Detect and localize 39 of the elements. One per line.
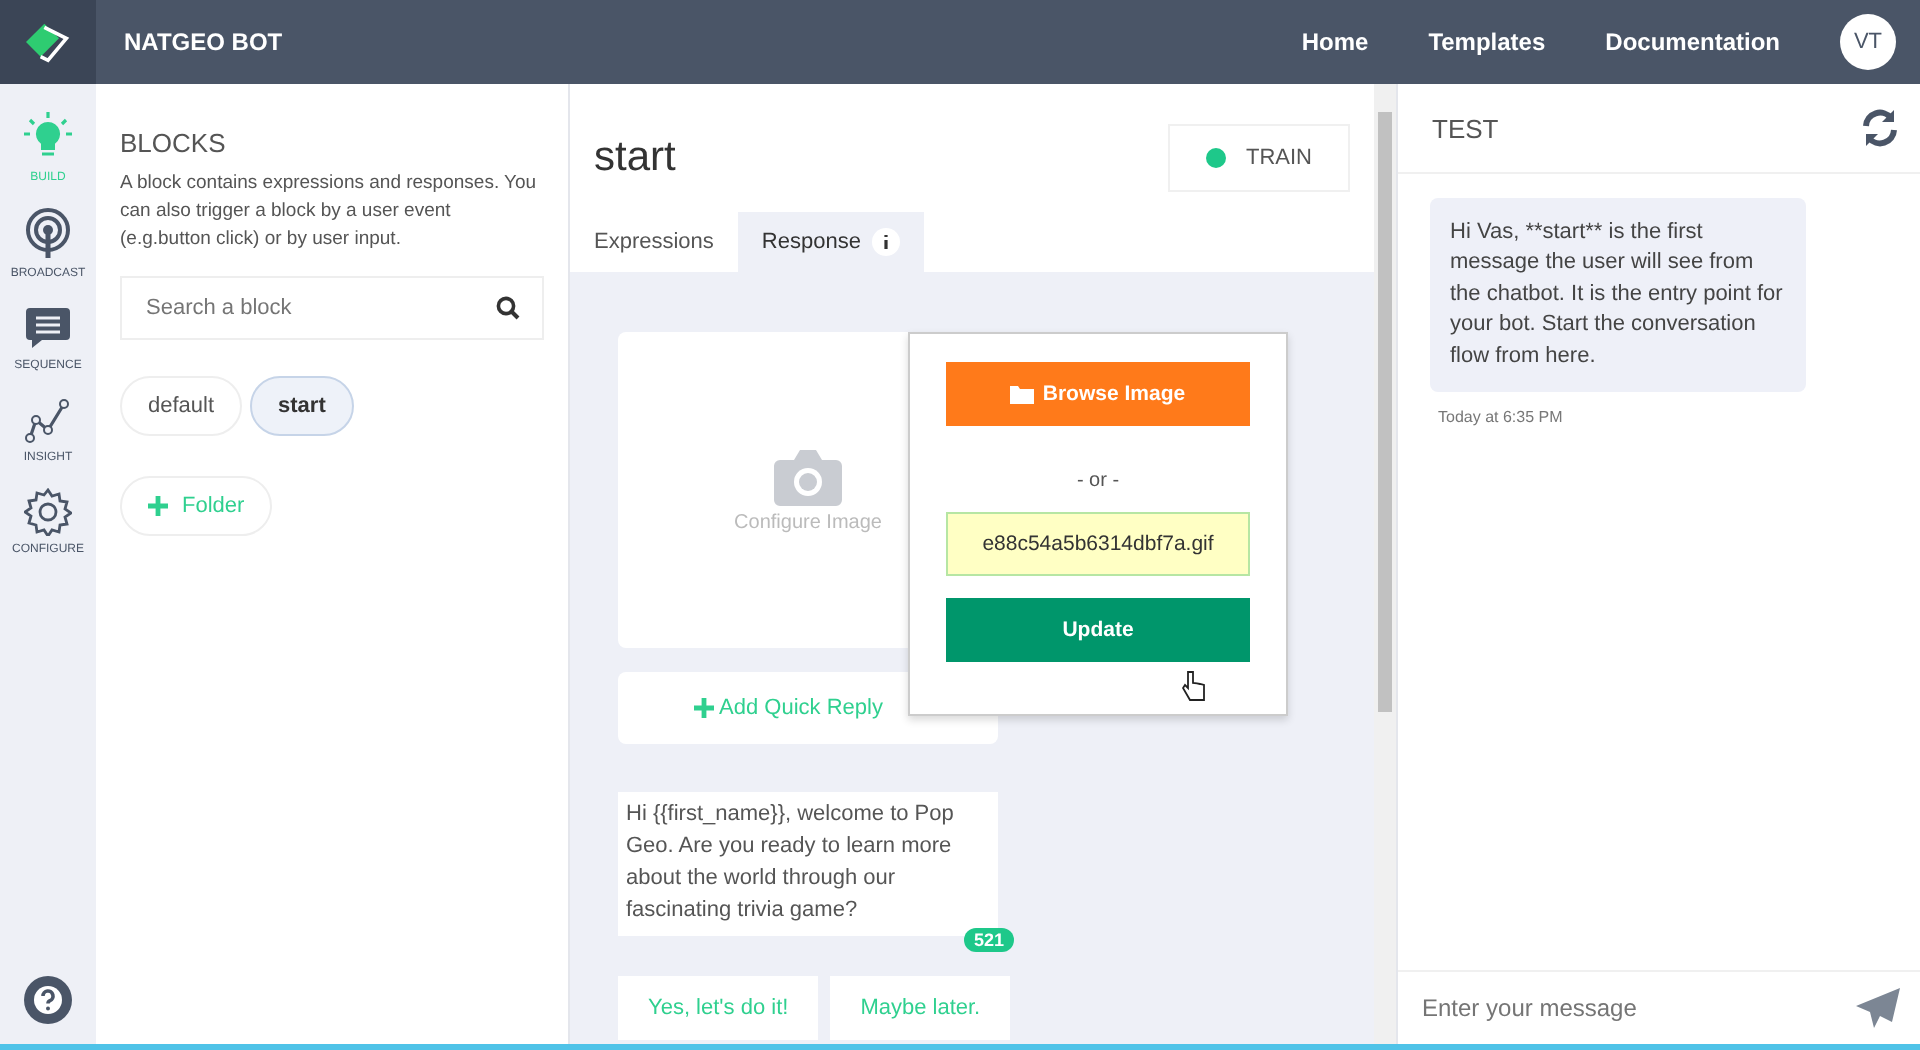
configure-image-label: Configure Image — [734, 511, 882, 533]
separator-text: - or - — [1074, 470, 1122, 492]
nav-link[interactable]: Home — [1301, 28, 1369, 56]
nav-link[interactable]: Templates — [1428, 28, 1546, 56]
settings-icon — [24, 488, 72, 536]
message-card[interactable]: Hi {{first_name}}, welcome to Pop Geo. Are you ready to learn more about the world through our fascinating trivia game? — [618, 792, 998, 936]
status-dot-icon — [1206, 148, 1226, 168]
chat-bubble: Hi Vas, **start** is the first message the user will see from the chatbot. It is the entry point for your bot. Start the conversation flow from here. — [1430, 198, 1806, 392]
folder-icon — [1010, 384, 1035, 404]
plus-icon — [148, 496, 168, 517]
user-avatar[interactable]: VT — [1840, 14, 1896, 70]
image-url-field[interactable]: e88c54a5b6314dbf7a.gif — [946, 512, 1250, 576]
line-chart-icon — [24, 396, 72, 444]
hand-cursor-icon — [1182, 670, 1206, 702]
message-time: Today at 6:35 PM — [1438, 407, 1563, 426]
tab[interactable]: Response — [737, 212, 925, 272]
character-count-badge: 521 — [963, 927, 1014, 952]
logo-icon — [22, 20, 74, 64]
update-button[interactable]: Update — [946, 598, 1250, 662]
nav-link[interactable]: Documentation — [1605, 28, 1780, 56]
info-icon — [872, 228, 901, 256]
camera-icon — [772, 447, 844, 507]
train-button[interactable]: TRAIN — [1168, 124, 1350, 192]
chat-icon — [24, 304, 72, 352]
scrollbar[interactable] — [1374, 84, 1396, 1044]
app-title: NATGEO BOT — [124, 28, 283, 56]
blocks-description: A block contains expressions and responses. You can also trigger a block by a user event (e.g.button click) or by user input. — [120, 170, 539, 253]
send-icon[interactable] — [1856, 988, 1900, 1028]
block-title: start — [594, 134, 676, 182]
panel-title: BLOCKS — [120, 128, 228, 158]
plus-icon — [693, 698, 714, 718]
refresh-icon[interactable] — [1860, 108, 1900, 148]
search-field[interactable]: Search a block — [120, 276, 544, 341]
block-chip[interactable]: default — [120, 376, 243, 437]
panel-title: TEST — [1432, 113, 1499, 143]
block-chip[interactable]: start — [250, 376, 354, 437]
broadcast-icon — [24, 208, 72, 260]
search-icon[interactable] — [496, 296, 520, 321]
help-icon[interactable] — [24, 976, 72, 1024]
